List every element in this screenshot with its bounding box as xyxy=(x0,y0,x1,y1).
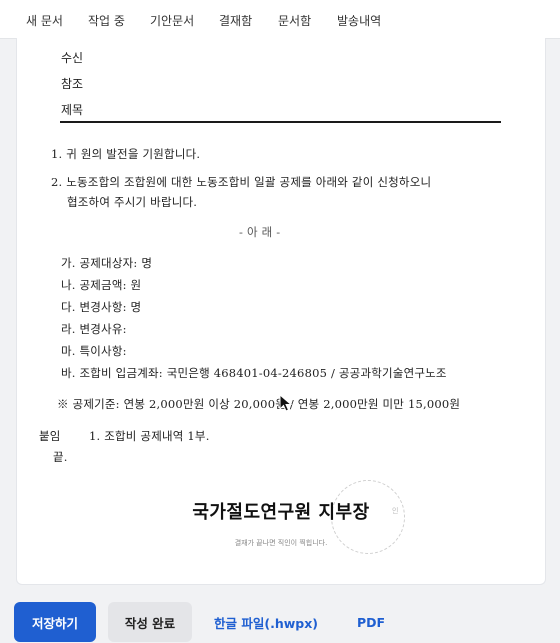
seal-note: 결재가 끝나면 직인이 찍힙니다. xyxy=(234,539,328,547)
attachment-label: 붙임 xyxy=(39,429,61,443)
paragraph-1: 1. 귀 원의 발전을 기원합니다. xyxy=(51,147,201,161)
recipient-label: 수신 xyxy=(61,51,84,65)
end-mark: 끝. xyxy=(53,450,68,464)
tab-sent-history[interactable]: 발송내역 xyxy=(337,12,381,29)
mouse-cursor-icon xyxy=(279,394,293,412)
subject-divider xyxy=(60,121,501,123)
item-target: 가. 공제대상자: 명 xyxy=(61,256,153,270)
document-paper: 수신 참조 제목 1. 귀 원의 발전을 기원합니다. 2. 노동조합의 조합원… xyxy=(16,38,546,585)
complete-button[interactable]: 작성 완료 xyxy=(108,602,192,642)
item-change-reason: 라. 변경사유: xyxy=(61,322,127,336)
save-button[interactable]: 저장하기 xyxy=(14,602,96,642)
item-special-notes: 마. 특이사항: xyxy=(61,344,127,358)
signer-name: 국가절도연구원 지부장 xyxy=(192,502,370,523)
tab-approval-box[interactable]: 결재함 xyxy=(219,12,252,29)
tab-new-document[interactable]: 새 문서 xyxy=(26,12,63,29)
deduction-standard: ※ 공제기준: 연봉 2,000만원 이상 20,000원 / 연봉 2,000… xyxy=(57,397,461,411)
tab-drafts[interactable]: 기안문서 xyxy=(150,12,194,29)
paragraph-2-line-1: 2. 노동조합의 조합원에 대한 노동조합비 일괄 공제를 아래와 같이 신청하… xyxy=(51,175,432,189)
item-bank-account: 바. 조합비 입금계좌: 국민은행 468401-04-246805 / 공공과… xyxy=(61,366,447,380)
reference-label: 참조 xyxy=(61,77,84,91)
subject-label: 제목 xyxy=(61,103,84,117)
below-heading: - 아 래 - xyxy=(239,225,281,239)
pdf-download-button[interactable]: PDF xyxy=(346,602,396,642)
tab-document-box[interactable]: 문서함 xyxy=(278,12,311,29)
item-amount: 나. 공제금액: 원 xyxy=(61,278,142,292)
item-change: 다. 변경사항: 명 xyxy=(61,300,142,314)
top-nav: 새 문서 작업 중 기안문서 결재함 문서함 발송내역 xyxy=(0,0,560,39)
hwpx-download-button[interactable]: 한글 파일(.hwpx) xyxy=(206,602,326,642)
paragraph-2-line-2: 협조하여 주시기 바랍니다. xyxy=(67,195,198,209)
tab-in-progress[interactable]: 작업 중 xyxy=(88,12,125,29)
attachment-item: 1. 조합비 공제내역 1부. xyxy=(89,429,210,443)
